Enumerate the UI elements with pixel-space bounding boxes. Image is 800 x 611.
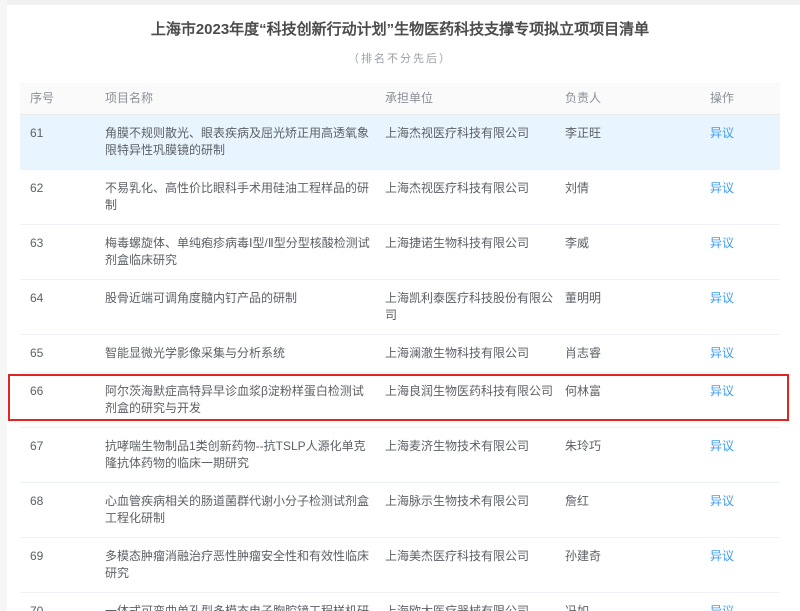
action-cell: 异议 bbox=[710, 593, 780, 611]
table-row: 62 不易乳化、高性价比眼科手术用硅油工程样品的研制 上海杰视医疗科技有限公司 … bbox=[20, 170, 780, 225]
row-number: 70 bbox=[20, 593, 105, 611]
table-row: 63 梅毒螺旋体、单纯疱疹病毒Ⅰ型/Ⅱ型分型核酸检测试剂盒临床研究 上海捷诺生物… bbox=[20, 225, 780, 280]
page-subtitle: （排名不分先后） bbox=[0, 50, 800, 66]
column-header-no: 序号 bbox=[20, 83, 105, 114]
row-number: 65 bbox=[20, 335, 105, 372]
action-cell: 异议 bbox=[710, 483, 780, 520]
action-cell: 异议 bbox=[710, 115, 780, 152]
person-name: 肖志睿 bbox=[565, 335, 710, 372]
project-name: 心血管疾病相关的肠道菌群代谢小分子检测试剂盒工程化研制 bbox=[105, 483, 385, 537]
table-row: 70 一体式可弯曲单孔型多模态电子胸腔镜工程样机研制 上海欧太医疗器械有限公司 … bbox=[20, 593, 780, 611]
project-name: 一体式可弯曲单孔型多模态电子胸腔镜工程样机研制 bbox=[105, 593, 385, 611]
project-name: 股骨近端可调角度髓内钉产品的研制 bbox=[105, 280, 385, 317]
organization-name: 上海麦济生物技术有限公司 bbox=[385, 428, 565, 465]
row-number: 64 bbox=[20, 280, 105, 317]
organization-name: 上海杰视医疗科技有限公司 bbox=[385, 115, 565, 152]
organization-name: 上海澜澈生物科技有限公司 bbox=[385, 335, 565, 372]
organization-name: 上海捷诺生物科技有限公司 bbox=[385, 225, 565, 262]
objection-link[interactable]: 异议 bbox=[710, 604, 734, 611]
table-body: 61 角膜不规则散光、眼表疾病及屈光矫正用高透氧象限特异性巩膜镜的研制 上海杰视… bbox=[20, 115, 780, 611]
column-header-person: 负责人 bbox=[565, 83, 710, 114]
organization-name: 上海凯利泰医疗科技股份有限公司 bbox=[385, 280, 565, 334]
organization-name: 上海美杰医疗科技有限公司 bbox=[385, 538, 565, 575]
organization-name: 上海脉示生物技术有限公司 bbox=[385, 483, 565, 520]
person-name: 刘倩 bbox=[565, 170, 710, 207]
person-name: 朱玲巧 bbox=[565, 428, 710, 465]
row-number: 68 bbox=[20, 483, 105, 520]
table-row: 65 智能显微光学影像采集与分析系统 上海澜澈生物科技有限公司 肖志睿 异议 bbox=[20, 335, 780, 373]
table-row: 66 阿尔茨海默症高特异早诊血浆β淀粉样蛋白检测试剂盒的研究与开发 上海良润生物… bbox=[20, 373, 780, 428]
person-name: 孙建奇 bbox=[565, 538, 710, 575]
table-row: 67 抗哮喘生物制品1类创新药物--抗TSLP人源化单克隆抗体药物的临床一期研究… bbox=[20, 428, 780, 483]
objection-link[interactable]: 异议 bbox=[710, 291, 734, 305]
row-number: 66 bbox=[20, 373, 105, 410]
projects-table: 序号 项目名称 承担单位 负责人 操作 61 角膜不规则散光、眼表疾病及屈光矫正… bbox=[20, 83, 780, 611]
page-edge-left bbox=[0, 0, 7, 611]
objection-link[interactable]: 异议 bbox=[710, 346, 734, 360]
objection-link[interactable]: 异议 bbox=[710, 126, 734, 140]
action-cell: 异议 bbox=[710, 280, 780, 317]
project-name: 角膜不规则散光、眼表疾病及屈光矫正用高透氧象限特异性巩膜镜的研制 bbox=[105, 115, 385, 169]
table-row: 69 多模态肿瘤消融治疗恶性肿瘤安全性和有效性临床研究 上海美杰医疗科技有限公司… bbox=[20, 538, 780, 593]
project-name: 智能显微光学影像采集与分析系统 bbox=[105, 335, 385, 372]
person-name: 董明明 bbox=[565, 280, 710, 317]
person-name: 何林富 bbox=[565, 373, 710, 410]
person-name: 冯如 bbox=[565, 593, 710, 611]
objection-link[interactable]: 异议 bbox=[710, 181, 734, 195]
person-name: 李威 bbox=[565, 225, 710, 262]
action-cell: 异议 bbox=[710, 225, 780, 262]
objection-link[interactable]: 异议 bbox=[710, 494, 734, 508]
person-name: 李正旺 bbox=[565, 115, 710, 152]
project-name: 梅毒螺旋体、单纯疱疹病毒Ⅰ型/Ⅱ型分型核酸检测试剂盒临床研究 bbox=[105, 225, 385, 279]
project-name: 不易乳化、高性价比眼科手术用硅油工程样品的研制 bbox=[105, 170, 385, 224]
organization-name: 上海杰视医疗科技有限公司 bbox=[385, 170, 565, 207]
action-cell: 异议 bbox=[710, 428, 780, 465]
objection-link[interactable]: 异议 bbox=[710, 236, 734, 250]
table-row: 68 心血管疾病相关的肠道菌群代谢小分子检测试剂盒工程化研制 上海脉示生物技术有… bbox=[20, 483, 780, 538]
organization-name: 上海欧太医疗器械有限公司 bbox=[385, 593, 565, 611]
row-number: 62 bbox=[20, 170, 105, 207]
page: 上海市2023年度“科技创新行动计划”生物医药科技支撑专项拟立项项目清单 （排名… bbox=[0, 0, 800, 611]
project-name: 阿尔茨海默症高特异早诊血浆β淀粉样蛋白检测试剂盒的研究与开发 bbox=[105, 373, 385, 427]
page-edge-top bbox=[0, 0, 800, 5]
table-header-row: 序号 项目名称 承担单位 负责人 操作 bbox=[20, 83, 780, 115]
organization-name: 上海良润生物医药科技有限公司 bbox=[385, 373, 565, 410]
table-row: 64 股骨近端可调角度髓内钉产品的研制 上海凯利泰医疗科技股份有限公司 董明明 … bbox=[20, 280, 780, 335]
action-cell: 异议 bbox=[710, 373, 780, 410]
row-number: 63 bbox=[20, 225, 105, 262]
project-name: 多模态肿瘤消融治疗恶性肿瘤安全性和有效性临床研究 bbox=[105, 538, 385, 592]
page-title: 上海市2023年度“科技创新行动计划”生物医药科技支撑专项拟立项项目清单 bbox=[0, 0, 800, 39]
project-name: 抗哮喘生物制品1类创新药物--抗TSLP人源化单克隆抗体药物的临床一期研究 bbox=[105, 428, 385, 482]
action-cell: 异议 bbox=[710, 335, 780, 372]
person-name: 詹红 bbox=[565, 483, 710, 520]
column-header-organization: 承担单位 bbox=[385, 83, 565, 114]
column-header-project-name: 项目名称 bbox=[105, 83, 385, 114]
row-number: 67 bbox=[20, 428, 105, 465]
column-header-action: 操作 bbox=[710, 83, 780, 114]
objection-link[interactable]: 异议 bbox=[710, 384, 734, 398]
row-number: 61 bbox=[20, 115, 105, 152]
action-cell: 异议 bbox=[710, 538, 780, 575]
row-number: 69 bbox=[20, 538, 105, 575]
action-cell: 异议 bbox=[710, 170, 780, 207]
objection-link[interactable]: 异议 bbox=[710, 439, 734, 453]
table-row: 61 角膜不规则散光、眼表疾病及屈光矫正用高透氧象限特异性巩膜镜的研制 上海杰视… bbox=[20, 115, 780, 170]
objection-link[interactable]: 异议 bbox=[710, 549, 734, 563]
